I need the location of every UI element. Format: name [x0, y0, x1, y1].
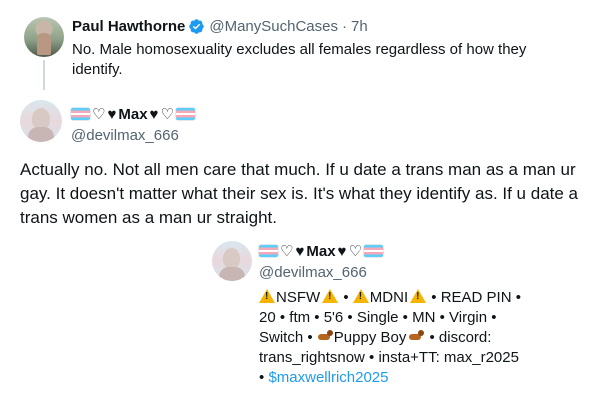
parent-handle[interactable]: @ManySuchCases [209, 18, 338, 35]
header-separator: · [341, 18, 347, 35]
reply-tweet-text: Actually no. Not all men care that much.… [20, 160, 579, 227]
warning-icon [322, 289, 339, 303]
reply-display-name-row[interactable]: ♡ ♥ Max ♥ ♡ [71, 105, 195, 123]
card-display-name-row[interactable]: ♡ ♥ Max ♥ ♡ [259, 242, 383, 260]
dog-icon [317, 329, 333, 343]
card-handle[interactable]: @devilmax_666 [259, 264, 367, 281]
heart-filled-emoji: ♥ [337, 242, 347, 260]
thread-connector-line [43, 60, 45, 90]
bio-line-2: 20 • ftm • 5'6 • Single • MN • Virgin • [259, 309, 497, 326]
heart-outline-emoji: ♡ [348, 243, 362, 260]
bio-line-4: trans_rightsnow • insta+TT: max_r2025 [259, 349, 519, 366]
parent-avatar[interactable] [24, 17, 64, 57]
trans-flag-emoji [363, 245, 383, 257]
heart-outline-emoji: ♡ [92, 106, 106, 123]
heart-outline-emoji: ♡ [280, 243, 294, 260]
warning-icon [352, 289, 369, 303]
card-bio: NSFW • MDNI • READ PIN • 20 • ftm • 5'6 … [259, 288, 559, 388]
bio-puppy: Puppy Boy [333, 329, 407, 346]
warning-icon [259, 289, 275, 303]
trans-flag-emoji [259, 245, 278, 257]
parent-timestamp[interactable]: 7h [351, 18, 368, 35]
heart-filled-emoji: ♥ [107, 105, 117, 123]
card-display-name: Max [306, 242, 336, 260]
bio-dot: • [343, 289, 349, 306]
warning-icon [410, 289, 427, 303]
bio-read-pin: • READ PIN • [431, 289, 521, 306]
bio-line-3: Switch • Puppy Boy • discord: [259, 328, 559, 348]
bio-line-5: • $maxwellrich2025 [259, 368, 559, 388]
bio-switch: Switch • [259, 329, 313, 346]
reply-display-name: Max [118, 105, 148, 123]
heart-outline-emoji: ♡ [160, 106, 174, 123]
bio-bullet: • [259, 369, 265, 386]
bio-mdni: MDNI [369, 289, 409, 306]
parent-tweet[interactable]: Paul Hawthorne @ManySuchCases · 7h No. M… [0, 0, 598, 92]
trans-flag-emoji [175, 108, 195, 120]
card-avatar[interactable] [212, 241, 252, 281]
reply-handle[interactable]: @devilmax_666 [71, 127, 179, 144]
heart-filled-emoji: ♥ [295, 242, 305, 260]
trans-flag-emoji [71, 108, 90, 120]
heart-filled-emoji: ♥ [149, 105, 159, 123]
verified-badge-icon [189, 19, 205, 34]
bio-line-1: NSFW • MDNI • READ PIN • [259, 288, 559, 308]
parent-tweet-text: No. Male homosexuality excludes all fema… [72, 41, 527, 78]
dog-icon [408, 329, 425, 343]
reply-avatar[interactable] [20, 100, 62, 142]
parent-tweet-header: Paul Hawthorne @ManySuchCases · 7h [72, 18, 368, 35]
bio-nsfw: NSFW [276, 289, 321, 306]
parent-display-name[interactable]: Paul Hawthorne [72, 18, 185, 35]
cashtag-link[interactable]: $maxwellrich2025 [268, 369, 388, 386]
bio-discord: • discord: [429, 329, 492, 346]
